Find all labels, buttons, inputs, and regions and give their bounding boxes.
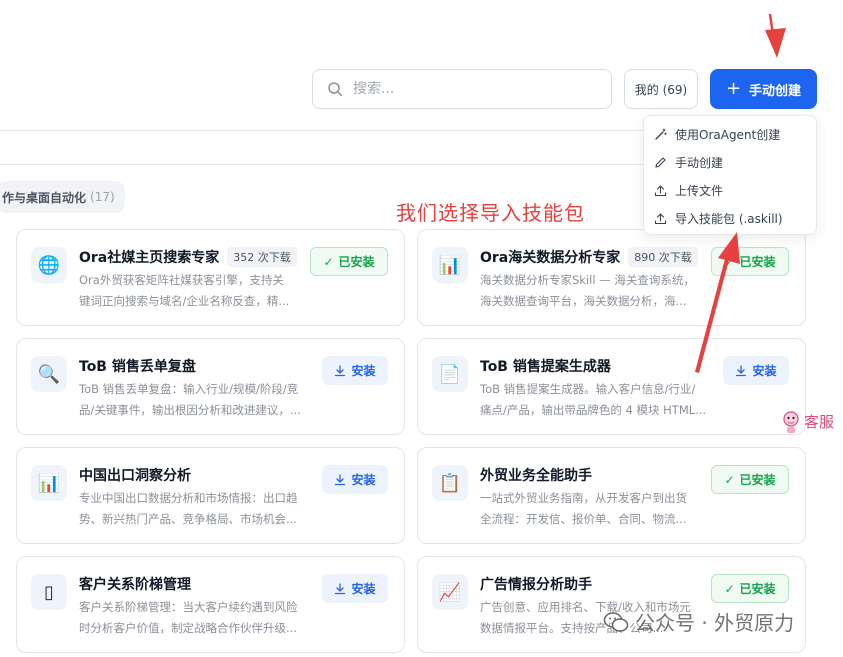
watermark: 公众号 · 外贸原力 bbox=[603, 607, 794, 636]
category-count: (17) bbox=[90, 190, 115, 204]
download-icon bbox=[335, 582, 346, 594]
skill-card[interactable]: 🔍 ToB 销售丢单复盘 ToB 销售丢单复盘：输入行业/规模/阶段/竞 品/关键… bbox=[16, 338, 405, 435]
check-icon: ✓ bbox=[323, 254, 334, 269]
category-name: 作与桌面自动化 bbox=[2, 190, 87, 205]
skill-title: 广告情报分析助手 bbox=[480, 577, 592, 593]
watermark-text: 公众号 · 外贸原力 bbox=[635, 611, 795, 635]
bar-chart-icon: 📊 bbox=[31, 465, 67, 501]
download-icon bbox=[335, 364, 346, 376]
bar-chart-icon: 📊 bbox=[432, 247, 468, 283]
skill-title: Ora海关数据分析专家 bbox=[480, 250, 621, 266]
skill-description: ToB 销售提案生成器。输入客户信息/行业/痛点/产品，输出带品牌色的 4 模块… bbox=[480, 382, 707, 417]
customer-service-widget[interactable]: 客服 bbox=[782, 408, 834, 434]
manual-create-label: 手动创建 bbox=[749, 83, 802, 99]
download-count: 890 次下载 bbox=[628, 247, 698, 267]
download-icon bbox=[736, 364, 747, 376]
plus-icon: + bbox=[725, 78, 742, 99]
skill-title: 客户关系阶梯管理 bbox=[79, 577, 191, 593]
skill-title: Ora社媒主页搜索专家 bbox=[79, 250, 220, 266]
skill-card[interactable]: ▯ 客户关系阶梯管理 客户关系阶梯管理：当大客户续约遇到风险 时分析客户价值，制定… bbox=[16, 556, 405, 653]
installed-badge: ✓ 已安装 bbox=[711, 465, 789, 494]
annotation-text: 我们选择导入技能包 bbox=[396, 201, 585, 225]
installed-badge: ✓ 已安装 bbox=[711, 247, 789, 276]
menu-item-ora-agent[interactable]: 使用OraAgent创建 bbox=[644, 120, 816, 148]
install-button[interactable]: 安装 bbox=[322, 465, 388, 494]
download-icon bbox=[335, 473, 346, 485]
menu-item-upload-file[interactable]: 上传文件 bbox=[644, 176, 816, 204]
skill-title: ToB 销售提案生成器 bbox=[480, 359, 611, 375]
check-icon: ✓ bbox=[724, 581, 735, 596]
document-icon: 📄 bbox=[432, 356, 468, 392]
skill-card[interactable]: 📄 ToB 销售提案生成器 ToB 销售提案生成器。输入客户信息/行业/痛点/产… bbox=[417, 338, 806, 435]
skill-description: 一站式外贸业务指南，从开发客户到出货 全流程：开发信、报价单、合同、物流... bbox=[480, 491, 687, 526]
clipboard-icon: 📋 bbox=[432, 465, 468, 501]
install-button[interactable]: 安装 bbox=[723, 356, 789, 385]
arrow-top bbox=[765, 13, 786, 58]
skill-title: ToB 销售丢单复盘 bbox=[79, 359, 196, 375]
phone-icon: ▯ bbox=[31, 574, 67, 610]
check-icon: ✓ bbox=[724, 472, 735, 487]
skill-title: 中国出口洞察分析 bbox=[79, 468, 191, 484]
search-icon bbox=[328, 82, 343, 97]
upload-icon bbox=[654, 184, 667, 196]
skill-description: ToB 销售丢单复盘：输入行业/规模/阶段/竞 品/关键事件，输出根因分析和改进建… bbox=[79, 382, 301, 417]
magic-wand-icon bbox=[655, 128, 667, 140]
my-skills-button[interactable]: 我的 (69) bbox=[624, 69, 698, 109]
skill-title: 外贸业务全能助手 bbox=[480, 468, 592, 484]
skill-card[interactable]: 📊 中国出口洞察分析 专业中国出口数据分析和市场情报：出口趋 势、新兴热门产品、竞… bbox=[16, 447, 405, 544]
upload-icon bbox=[654, 212, 667, 224]
mascot-icon bbox=[783, 411, 799, 433]
search-input[interactable] bbox=[353, 81, 583, 97]
skill-card[interactable]: 📋 外贸业务全能助手 一站式外贸业务指南，从开发客户到出货 全流程：开发信、报价单… bbox=[417, 447, 806, 544]
wechat-icon bbox=[603, 611, 629, 632]
menu-item-manual-create[interactable]: 手动创建 bbox=[644, 148, 816, 176]
installed-badge: ✓ 已安装 bbox=[711, 574, 789, 603]
skill-card[interactable]: 📈 广告情报分析助手 广告创意、应用排名、下载/收入和市场元 数据情报平台。支持按… bbox=[417, 556, 806, 653]
install-button[interactable]: 安装 bbox=[322, 356, 388, 385]
customer-service-label: 客服 bbox=[804, 412, 835, 431]
skill-description: 海关数据分析专家Skill — 海关查询系统， 海关数据查询平台，海关数据分析，海… bbox=[480, 273, 695, 308]
manual-create-button[interactable]: + 手动创建 bbox=[710, 69, 817, 109]
skill-card[interactable]: 📊 Ora海关数据分析专家 890 次下载 海关数据分析专家Skill — 海关查… bbox=[417, 229, 806, 326]
skill-card[interactable]: 🌐 Ora社媒主页搜索专家 352 次下载 Ora外贸获客矩阵社媒获客引擎，支持关… bbox=[16, 229, 405, 326]
skill-market-page: 我的 (69) + 手动创建 作与桌面自动化 (17) 我们选择导入技能包 🌐 … bbox=[0, 0, 843, 657]
globe-icon: 🌐 bbox=[31, 247, 67, 283]
magnifier-icon: 🔍 bbox=[31, 356, 67, 392]
search-box[interactable] bbox=[312, 69, 612, 109]
pencil-icon bbox=[655, 156, 666, 168]
download-count: 352 次下载 bbox=[227, 247, 297, 267]
category-chip[interactable]: 作与桌面自动化 (17) bbox=[0, 181, 125, 213]
skill-description: 专业中国出口数据分析和市场情报：出口趋 势、新兴热门产品、竞争格局、市场机会... bbox=[79, 491, 298, 526]
create-dropdown-menu: 使用OraAgent创建 手动创建 上传文件 导入技能包 (.askill) bbox=[643, 115, 817, 235]
menu-item-import-skill-pack[interactable]: 导入技能包 (.askill) bbox=[644, 204, 816, 232]
installed-badge: ✓ 已安装 bbox=[310, 247, 388, 276]
check-icon: ✓ bbox=[724, 254, 735, 269]
install-button[interactable]: 安装 bbox=[322, 574, 388, 603]
skill-description: 客户关系阶梯管理：当大客户续约遇到风险 时分析客户价值，制定战略合作伙伴升级... bbox=[79, 600, 298, 635]
trend-chart-icon: 📈 bbox=[432, 574, 468, 610]
skill-description: Ora外贸获客矩阵社媒获客引擎，支持关 键词正向搜索与域名/企业名称反查，精... bbox=[79, 273, 290, 308]
